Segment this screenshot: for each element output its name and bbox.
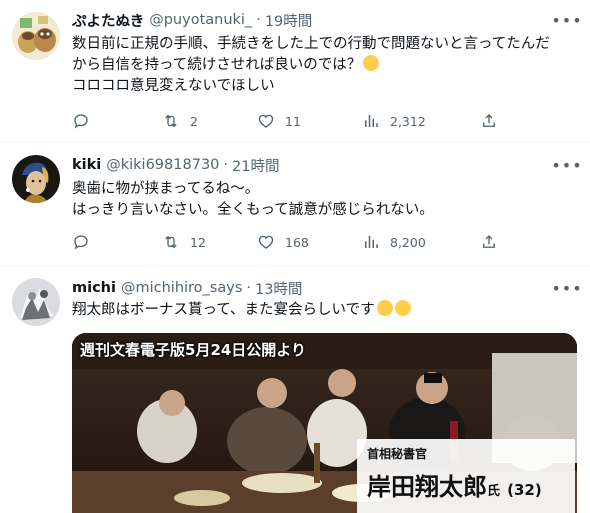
media-person-line: 岸田翔太郎氏 (32) xyxy=(367,467,542,502)
tears-of-joy-emoji xyxy=(376,300,393,316)
share-button[interactable] xyxy=(480,232,498,252)
tweet-header: kiki @kiki69818730 · 21時間 xyxy=(72,155,279,175)
tweet-1[interactable]: ぷよたぬき @puyotanuki_ · 19時間 ••• 数日前に正規の手順、… xyxy=(0,0,590,143)
reply-button[interactable] xyxy=(72,111,100,131)
separator-dot: · xyxy=(256,12,261,28)
tweet-text: 数日前に正規の手順、手続きをした上での行動で問題ないと言ってたんだ から自信を持… xyxy=(72,34,577,97)
timestamp[interactable]: 19時間 xyxy=(265,10,312,31)
retweet-button[interactable]: 12 xyxy=(162,232,206,252)
media-caption-top: 週刊文春電子版5月24日公開より xyxy=(80,341,307,359)
display-name[interactable]: michi xyxy=(72,280,116,296)
media-age: (32) xyxy=(507,481,542,499)
timestamp[interactable]: 13時間 xyxy=(255,278,302,299)
retweet-count: 12 xyxy=(190,234,206,250)
tweet-text-line: から自信を持って続けさせれば良いのでは？ xyxy=(72,55,577,76)
display-name[interactable]: kiki xyxy=(72,157,101,173)
like-button[interactable]: 11 xyxy=(257,111,301,131)
tweet-text-line: 翔太郎はボーナス貰って、また宴会らしいです xyxy=(72,300,577,321)
tweet-header: michi @michihiro_says · 13時間 xyxy=(72,278,302,298)
user-handle[interactable]: @puyotanuki_ xyxy=(149,12,252,28)
views-button[interactable]: 8,200 xyxy=(362,232,426,252)
reply-button[interactable] xyxy=(72,232,100,252)
retweet-icon xyxy=(165,235,177,249)
reply-icon xyxy=(74,235,88,250)
user-handle[interactable]: @michihiro_says xyxy=(121,280,242,296)
views-button[interactable]: 2,312 xyxy=(362,111,426,131)
more-options-icon[interactable]: ••• xyxy=(551,278,581,298)
tweet-text: 翔太郎はボーナス貰って、また宴会らしいです xyxy=(72,300,577,321)
user-handle[interactable]: @kiki69818730 xyxy=(106,157,219,173)
avatar-kiki[interactable] xyxy=(12,155,60,203)
tweet-2[interactable]: kiki @kiki69818730 · 21時間 ••• 奥歯に物が挟まってる… xyxy=(0,143,590,266)
media-name-card: 首相秘書官 岸田翔太郎氏 (32) xyxy=(357,439,575,513)
retweet-count: 2 xyxy=(190,113,198,129)
media-honorific: 氏 xyxy=(487,484,501,499)
share-icon xyxy=(483,235,495,248)
avatar-puyotanuki[interactable] xyxy=(12,12,60,60)
retweet-button[interactable]: 2 xyxy=(162,111,198,131)
media-role-label: 首相秘書官 xyxy=(367,447,428,461)
heart-icon xyxy=(258,114,274,128)
tweet-actions: 2 11 2,312 xyxy=(72,111,502,131)
more-options-icon[interactable]: ••• xyxy=(551,10,581,30)
like-button[interactable]: 168 xyxy=(257,232,309,252)
heart-icon xyxy=(258,235,274,249)
view-count: 8,200 xyxy=(390,234,426,250)
tweet-text-line: 奥歯に物が挟まってるね〜。 xyxy=(72,181,260,197)
like-count: 168 xyxy=(285,234,309,250)
tweet-header: ぷよたぬき @puyotanuki_ · 19時間 xyxy=(72,10,312,30)
tweet-text-line: コロコロ意見変えないでほしい xyxy=(72,78,275,94)
tears-of-joy-emoji xyxy=(394,300,411,316)
separator-dot: · xyxy=(223,157,228,173)
avatar-michi[interactable] xyxy=(12,278,60,326)
retweet-icon xyxy=(165,114,177,128)
view-count: 2,312 xyxy=(390,113,426,129)
share-button[interactable] xyxy=(480,111,498,131)
views-chart-icon xyxy=(365,115,378,127)
tweet-text: 奥歯に物が挟まってるね〜。 はっきり言いなさい。全くもって誠意が感じられない。 xyxy=(72,179,577,221)
like-count: 11 xyxy=(285,113,301,129)
tweet-text-line: 数日前に正規の手順、手続きをした上での行動で問題ないと言ってたんだ xyxy=(72,36,550,52)
share-icon xyxy=(483,114,495,127)
thinking-face-emoji xyxy=(363,55,380,71)
timestamp[interactable]: 21時間 xyxy=(232,155,279,176)
views-chart-icon xyxy=(365,236,378,248)
reply-icon xyxy=(74,114,88,129)
media-person-name: 岸田翔太郎 xyxy=(367,473,487,501)
tweet-media-image[interactable]: 週刊文春電子版5月24日公開より 首相秘書官 岸田翔太郎氏 (32) xyxy=(72,333,577,513)
separator-dot: · xyxy=(246,280,251,296)
tweet-text-line: はっきり言いなさい。全くもって誠意が感じられない。 xyxy=(72,202,434,218)
more-options-icon[interactable]: ••• xyxy=(551,155,581,175)
display-name[interactable]: ぷよたぬき xyxy=(72,10,144,31)
tweet-actions: 12 168 8,200 xyxy=(72,232,502,252)
